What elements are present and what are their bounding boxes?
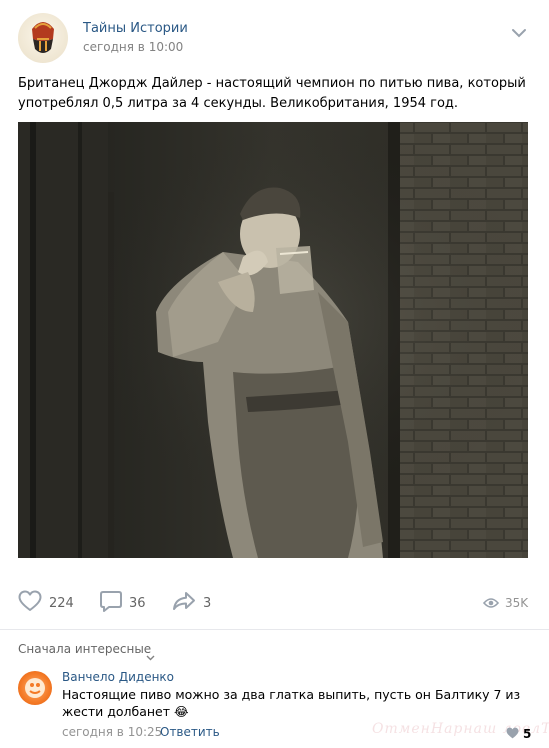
post-actions: 224 36 3 35K <box>0 588 549 618</box>
post-photo[interactable] <box>18 122 528 558</box>
post-time[interactable]: сегодня в 10:00 <box>83 40 183 54</box>
comment-button[interactable]: 36 <box>100 588 146 618</box>
views: 35K <box>482 588 529 618</box>
reply-button[interactable]: Ответить <box>160 725 220 739</box>
comment-like-button[interactable]: 5 <box>506 724 531 743</box>
heart-icon <box>18 590 42 616</box>
comment-avatar[interactable] <box>18 671 52 705</box>
chevron-down-icon[interactable] <box>146 646 155 665</box>
post-card: Тайны Истории сегодня в 10:00 Британец Д… <box>0 0 549 748</box>
like-button[interactable]: 224 <box>18 588 74 618</box>
eye-icon <box>482 594 500 613</box>
comment-author[interactable]: Ванчело Диденко <box>62 670 174 684</box>
share-icon <box>172 591 196 615</box>
comment-likes-count: 5 <box>523 726 532 741</box>
comments-sort[interactable]: Сначала интересные <box>18 642 151 656</box>
heart-icon <box>506 724 519 743</box>
share-button[interactable]: 3 <box>172 588 211 618</box>
comments-count: 36 <box>129 595 146 611</box>
group-avatar[interactable] <box>18 13 68 63</box>
chevron-down-icon[interactable] <box>511 24 527 38</box>
shares-count: 3 <box>203 595 212 611</box>
views-count: 35K <box>505 596 529 610</box>
comment-text: Настоящие пиво можно за два глатка выпит… <box>62 687 521 719</box>
post-text: Британец Джордж Дайлер - настоящий чемпи… <box>18 76 526 111</box>
comment-icon <box>100 590 122 616</box>
group-name[interactable]: Тайны Истории <box>83 21 188 36</box>
likes-count: 224 <box>49 595 74 611</box>
divider <box>0 629 549 630</box>
comment-time[interactable]: сегодня в 10:25 <box>62 725 162 739</box>
